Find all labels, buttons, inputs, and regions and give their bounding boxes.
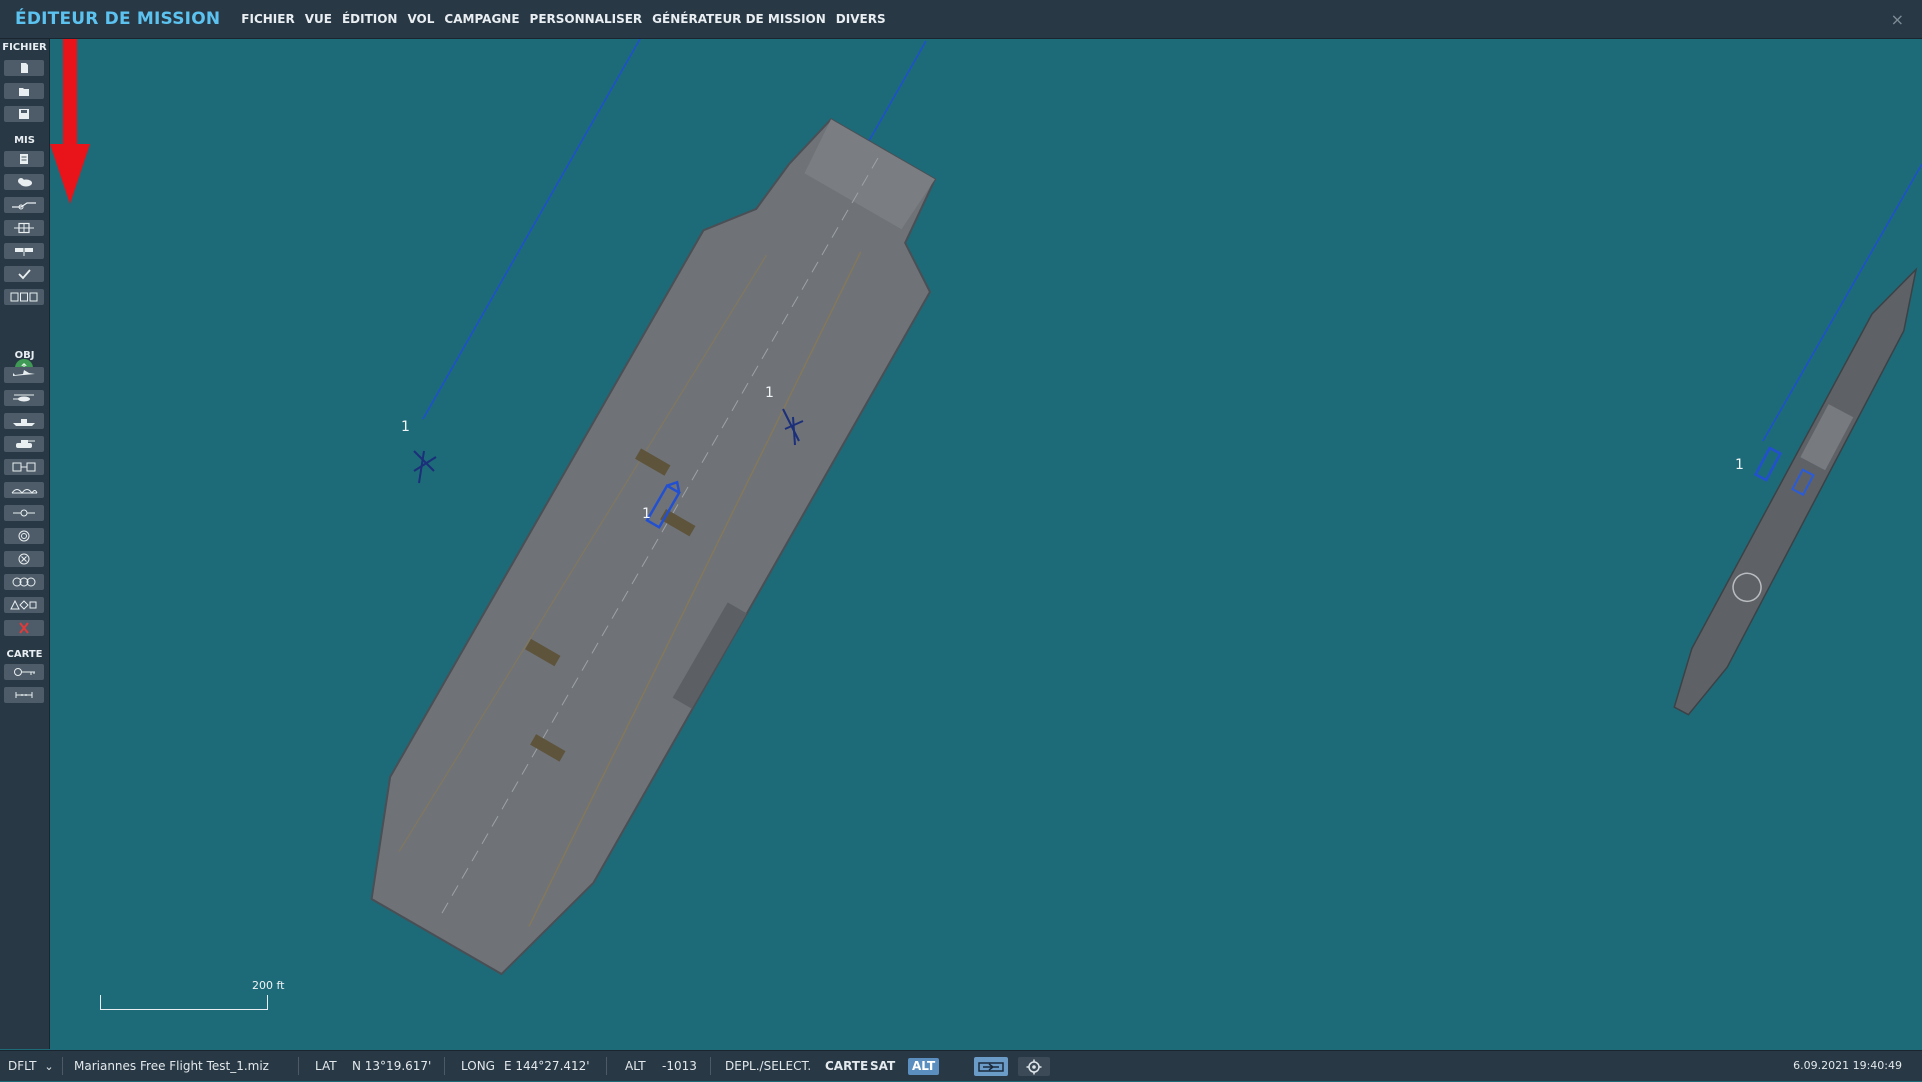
left-toolbar: FICHIER MIS ↑ OBJ CARTE ● — [0, 39, 50, 1077]
lat-label: LAT — [315, 1059, 337, 1073]
unit-label-destroyer: 1 — [1735, 457, 1744, 473]
long-value: E 144°27.412' — [504, 1059, 590, 1073]
status-bar: DFLT ⌄ Mariannes Free Flight Test_1.miz … — [0, 1050, 1922, 1081]
divider — [444, 1057, 445, 1075]
static-object-icon[interactable] — [4, 459, 44, 475]
toolbar-section-file: FICHIER — [2, 42, 47, 53]
scale-label: 200 ft — [252, 979, 285, 992]
lat-value: N 13°19.617' — [352, 1059, 432, 1073]
flag-icon[interactable] — [4, 243, 44, 259]
trigger-chain-icon[interactable] — [4, 289, 44, 305]
airplane-icon[interactable] — [4, 367, 44, 383]
waypoint-route-icon[interactable] — [4, 197, 44, 213]
menu-generateur-de-mission[interactable]: GÉNÉRATEUR DE MISSION — [652, 12, 826, 26]
briefing-icon[interactable] — [4, 151, 44, 167]
toolbar-section-mission: MIS — [14, 135, 35, 146]
new-file-icon[interactable] — [4, 60, 44, 76]
destroyer-unit-marker — [1753, 446, 1783, 482]
destroyer-ship — [1673, 267, 1918, 716]
unit-label-helicopter-left: 1 — [401, 419, 410, 435]
map-toggle-alt[interactable]: ALT — [908, 1058, 940, 1075]
menu-fichier[interactable]: FICHIER — [241, 12, 294, 26]
profile-selector[interactable]: DFLT ⌄ — [8, 1051, 54, 1081]
toolbar-section-objects: OBJ — [14, 350, 35, 361]
bridge-icon[interactable] — [4, 482, 44, 498]
map-toggle-carte[interactable]: CARTE — [821, 1058, 872, 1075]
helicopter-left — [413, 450, 437, 484]
ship-icon[interactable] — [4, 413, 44, 429]
app-title: ÉDITEUR DE MISSION — [15, 9, 221, 29]
mission-file-name: Mariannes Free Flight Test_1.miz — [74, 1059, 269, 1073]
toolbar-section-map: CARTE — [6, 649, 43, 660]
menu-campagne[interactable]: CAMPAGNE — [444, 12, 519, 26]
save-icon[interactable] — [4, 106, 44, 122]
measure-ruler-icon[interactable] — [4, 687, 44, 703]
nav-point-icon[interactable] — [4, 505, 44, 521]
open-folder-icon[interactable] — [4, 83, 44, 99]
scale-bar — [100, 995, 268, 1010]
cluster-icon[interactable] — [4, 574, 44, 590]
menu-edition[interactable]: ÉDITION — [342, 12, 398, 26]
menu-vue[interactable]: VUE — [305, 12, 332, 26]
route-line-helicopter-left — [422, 39, 641, 420]
unit-label-carrier: 1 — [642, 506, 651, 522]
gear-icon[interactable] — [1018, 1057, 1050, 1076]
profile-value: DFLT — [8, 1059, 37, 1073]
delete-icon[interactable] — [4, 620, 44, 636]
target-icon[interactable] — [4, 528, 44, 544]
menu-divers[interactable]: DIVERS — [836, 12, 886, 26]
key-icon[interactable] — [4, 664, 44, 680]
alt-value: -1013 — [662, 1059, 697, 1073]
checkmark-icon[interactable] — [4, 266, 44, 282]
red-arrow-annotation — [50, 39, 90, 204]
crosshair-zone-icon[interactable] — [4, 551, 44, 567]
alt-label: ALT — [625, 1059, 646, 1073]
unit-label-helicopter-deck: 1 — [765, 385, 774, 401]
menu-personnaliser[interactable]: PERSONNALISER — [530, 12, 643, 26]
aircraft-carrier — [370, 118, 937, 976]
weather-icon[interactable] — [4, 174, 44, 190]
ground-vehicle-icon[interactable] — [4, 436, 44, 452]
divider — [710, 1057, 711, 1075]
map-view[interactable]: 1 1 1 1 200 ft — [50, 39, 1922, 1049]
divider — [606, 1057, 607, 1075]
divider — [298, 1057, 299, 1075]
map-toggle-sat[interactable]: SAT — [866, 1058, 899, 1075]
close-icon[interactable]: × — [1891, 10, 1904, 29]
divider — [62, 1057, 63, 1075]
shapes-icon[interactable] — [4, 597, 44, 613]
helicopter-icon[interactable] — [4, 390, 44, 406]
menu-vol[interactable]: VOL — [407, 12, 434, 26]
chevron-down-icon: ⌄ — [44, 1060, 54, 1073]
mode-label: DEPL./SELECT. — [725, 1059, 812, 1073]
view-aircraft-icon[interactable] — [974, 1057, 1008, 1076]
datetime: 6.09.2021 19:40:49 — [1793, 1059, 1902, 1072]
trigger-zone-icon[interactable] — [4, 220, 44, 236]
menu-bar: ÉDITEUR DE MISSION FICHIER VUE ÉDITION V… — [0, 0, 1922, 39]
long-label: LONG — [461, 1059, 495, 1073]
